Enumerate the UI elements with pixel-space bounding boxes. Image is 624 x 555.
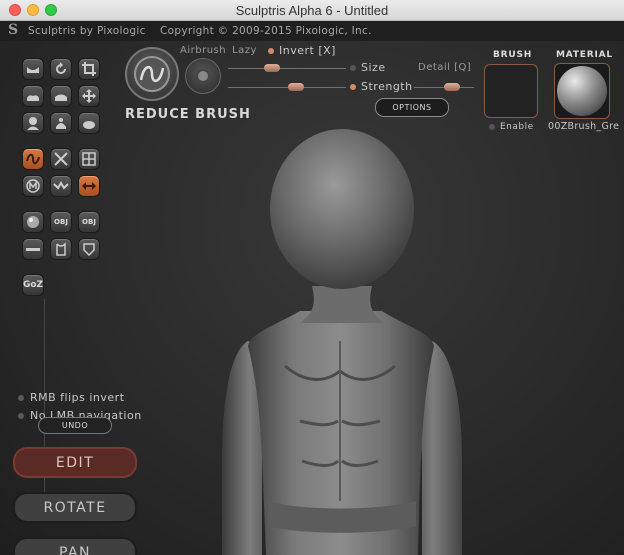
inflate-icon[interactable] — [22, 175, 44, 197]
pan-button[interactable]: PAN — [13, 537, 137, 555]
head-icon[interactable] — [22, 112, 44, 134]
rmb-flips-invert-option[interactable]: RMB flips invert — [18, 391, 125, 404]
sculptris-logo-icon: S — [8, 22, 19, 38]
blob-icon[interactable] — [78, 112, 100, 134]
active-brush-label: REDUCE BRUSH — [125, 107, 251, 122]
brush-alpha-slot[interactable] — [484, 64, 538, 118]
sculpt-viewport[interactable]: OBJ OBJ GoZ REDUCE BRUSH Airbrush Lazy I… — [0, 41, 624, 555]
material-name: 00ZBrush_Gre — [548, 121, 620, 132]
flat-mesh-icon[interactable] — [22, 58, 44, 80]
strength-slider-knob[interactable] — [288, 83, 304, 91]
sphere-icon[interactable] — [22, 211, 44, 233]
brush-enable-toggle[interactable]: Enable — [489, 122, 534, 132]
mirror-plane-icon[interactable] — [50, 85, 72, 107]
import-obj-icon[interactable]: OBJ — [50, 211, 72, 233]
app-header: S Sculptris by Pixologic Copyright © 200… — [0, 21, 624, 41]
material-section-title: MATERIAL — [556, 50, 613, 60]
strength-slider-track[interactable] — [228, 87, 346, 88]
detail-label: Detail [Q] — [418, 62, 472, 73]
size-slider-knob[interactable] — [264, 64, 280, 72]
brush-section-title: BRUSH — [493, 50, 533, 60]
rotate-icon[interactable] — [50, 58, 72, 80]
options-button[interactable]: OPTIONS — [375, 98, 449, 117]
move-icon[interactable] — [78, 85, 100, 107]
strength-radio-icon[interactable] — [350, 84, 356, 90]
size-label: Size — [350, 61, 386, 74]
bust-icon[interactable] — [50, 112, 72, 134]
plane-icon[interactable] — [22, 85, 44, 107]
window-title: Sculptris Alpha 6 - Untitled — [235, 3, 389, 18]
grid-icon[interactable] — [78, 148, 100, 170]
airbrush-toggle[interactable]: Airbrush — [180, 45, 226, 56]
draw-icon[interactable] — [22, 148, 44, 170]
size-slider-track[interactable] — [228, 68, 346, 69]
invert-toggle[interactable]: Invert [X] — [268, 44, 336, 57]
brush-stroke-icon[interactable] — [185, 58, 221, 94]
material-sphere-icon — [557, 66, 607, 116]
undo-button[interactable]: UNDO — [38, 417, 112, 434]
goz-icon[interactable]: GoZ — [22, 274, 44, 296]
copyright-text: Copyright © 2009-2015 Pixologic, Inc. — [160, 25, 372, 37]
paint-icon[interactable] — [78, 238, 100, 260]
app-name: Sculptris by Pixologic — [28, 25, 146, 37]
crop-icon[interactable] — [78, 58, 100, 80]
lmb-radio-icon — [18, 413, 24, 419]
material-slot[interactable] — [554, 63, 610, 119]
cross-icon[interactable] — [50, 148, 72, 170]
size-radio-icon[interactable] — [350, 65, 356, 71]
rotate-button[interactable]: ROTATE — [13, 492, 137, 523]
invert-radio-icon — [268, 48, 274, 54]
flatten-icon[interactable] — [22, 238, 44, 260]
crease-icon[interactable] — [50, 175, 72, 197]
window-titlebar: Sculptris Alpha 6 - Untitled — [0, 0, 624, 21]
export-obj-icon[interactable]: OBJ — [78, 211, 100, 233]
edit-button[interactable]: EDIT — [13, 447, 137, 478]
enable-radio-icon — [489, 123, 495, 130]
reduce-brush-icon[interactable] — [125, 47, 179, 101]
strength-label: Strength — [350, 80, 413, 93]
detail-slider-knob[interactable] — [444, 83, 460, 91]
rmb-radio-icon — [18, 395, 24, 401]
lazy-toggle[interactable]: Lazy — [232, 45, 257, 56]
flip-icon[interactable] — [78, 175, 100, 197]
symmetry-icon[interactable] — [50, 238, 72, 260]
